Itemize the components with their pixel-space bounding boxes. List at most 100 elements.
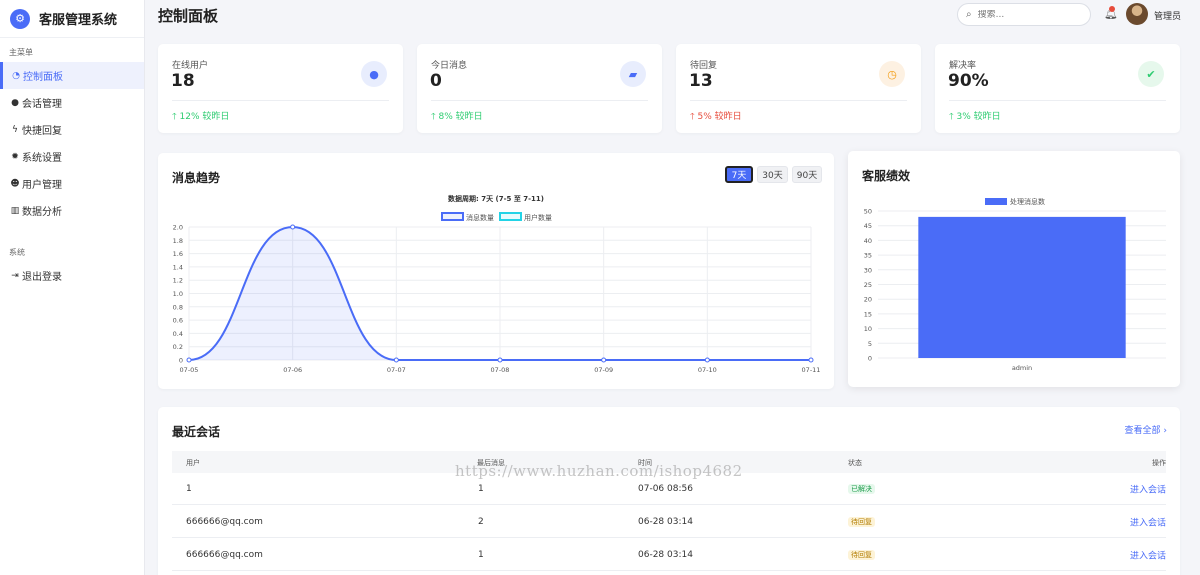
search-input[interactable] bbox=[977, 9, 1078, 20]
status-badge: 待回复 bbox=[848, 516, 875, 527]
x-tick-label: admin bbox=[1012, 364, 1032, 372]
y-tick-label: 1.6 bbox=[173, 250, 183, 258]
column-header: 操作 bbox=[1152, 459, 1166, 467]
app-name: 客服管理系统 bbox=[39, 13, 118, 28]
sidebar-item-label: 退出登录 bbox=[22, 272, 62, 283]
gear-icon: ✹ bbox=[11, 151, 19, 162]
nav-section-system: 系统 bbox=[9, 248, 25, 257]
bolt-icon: ϟ bbox=[12, 124, 18, 135]
section-title: 最近会话 bbox=[172, 425, 221, 439]
y-tick-label: 1.8 bbox=[173, 237, 183, 245]
cell-last-message: 2 bbox=[478, 516, 484, 527]
sidebar-item-sessions[interactable]: ● 会话管理 bbox=[0, 89, 144, 116]
user-name[interactable]: 管理员 bbox=[1154, 9, 1181, 22]
table-header: 用户 最后消息 时间 状态 操作 bbox=[172, 451, 1166, 473]
data-point bbox=[393, 357, 399, 363]
table-row: 666666@qq.com 1 06-28 03:14 待回复 进入会话 bbox=[172, 539, 1166, 571]
sidebar-item-settings[interactable]: ✹ 系统设置 bbox=[0, 143, 144, 170]
y-tick-label: 0.2 bbox=[173, 343, 183, 351]
stat-trend: 🡑 8% 较昨日 bbox=[431, 112, 483, 122]
legend-label: 处理消息数 bbox=[1010, 197, 1045, 206]
cell-time: 07-06 08:56 bbox=[638, 483, 693, 494]
search-box[interactable]: ⌕ bbox=[957, 3, 1091, 26]
stat-value: 13 bbox=[689, 71, 713, 91]
cell-user: 666666@qq.com bbox=[186, 549, 263, 560]
status-badge: 已解决 bbox=[848, 483, 875, 494]
column-header: 时间 bbox=[638, 459, 652, 467]
message-trend-card: 消息趋势 7天 30天 90天 数据周期: 7天 (7-5 至 7-11) 消息数… bbox=[158, 153, 834, 389]
sidebar-item-label: 会话管理 bbox=[22, 99, 62, 110]
top-header: 控制面板 ⌕ 🔔︎ 管理员 bbox=[145, 0, 1200, 30]
arrow-up-icon: 🡑 bbox=[949, 112, 957, 122]
x-tick-label: 07-06 bbox=[283, 366, 302, 374]
notification-dot bbox=[1109, 6, 1115, 12]
view-all-link[interactable]: 查看全部 › bbox=[1125, 423, 1167, 436]
enter-session-link[interactable]: 进入会话 bbox=[1130, 482, 1166, 495]
data-point bbox=[186, 357, 192, 363]
cell-last-message: 1 bbox=[478, 483, 484, 494]
x-tick-label: 07-07 bbox=[387, 366, 406, 374]
users-icon: ☻ bbox=[10, 178, 20, 189]
x-tick-label: 07-05 bbox=[180, 366, 199, 374]
data-point bbox=[497, 357, 503, 363]
y-tick-label: 2.0 bbox=[173, 224, 183, 232]
x-tick-label: 07-08 bbox=[491, 366, 510, 374]
enter-session-link[interactable]: 进入会话 bbox=[1130, 515, 1166, 528]
stat-value: 18 bbox=[171, 71, 195, 91]
user-circle-icon: ● bbox=[361, 61, 387, 87]
brand: ⚙ 客服管理系统 bbox=[0, 0, 144, 38]
data-point bbox=[704, 357, 710, 363]
cell-user: 666666@qq.com bbox=[186, 516, 263, 527]
table-row: 1 1 07-06 08:56 已解决 进入会话 bbox=[172, 473, 1166, 505]
stat-label: 在线用户 bbox=[172, 61, 209, 71]
chat-icon: ● bbox=[11, 97, 19, 108]
stat-card-pending: 待回复 13 ◷ 🡑 5% 较昨日 bbox=[676, 44, 921, 133]
avatar[interactable] bbox=[1126, 3, 1148, 25]
gear-icon: ⚙ bbox=[10, 8, 30, 29]
sidebar: ⚙ 客服管理系统 主菜单 ◔ 控制面板 ● 会话管理 ϟ 快捷回复 ✹ 系统设置… bbox=[0, 0, 145, 575]
sidebar-item-label: 快捷回复 bbox=[22, 126, 62, 137]
y-tick-label: 50 bbox=[864, 208, 872, 216]
sidebar-item-dashboard[interactable]: ◔ 控制面板 bbox=[0, 62, 144, 89]
sidebar-item-label: 数据分析 bbox=[22, 207, 62, 218]
sidebar-item-quick-reply[interactable]: ϟ 快捷回复 bbox=[0, 116, 144, 143]
legend-swatch bbox=[441, 212, 464, 221]
agent-performance-card: 客服绩效 处理消息数 0 5 10 15 20 25 30 35 40 45 50 admin bbox=[848, 151, 1180, 387]
table-row: 666666@qq.com 2 06-28 03:14 待回复 进入会话 bbox=[172, 506, 1166, 538]
y-tick-label: 10 bbox=[864, 325, 872, 333]
x-tick-label: 07-10 bbox=[698, 366, 717, 374]
y-tick-label: 5 bbox=[868, 340, 872, 348]
y-tick-label: 45 bbox=[864, 222, 872, 230]
column-header: 最后消息 bbox=[477, 459, 505, 467]
data-point bbox=[601, 357, 607, 363]
stat-card-resolution-rate: 解决率 90% ✔ 🡑 3% 较昨日 bbox=[935, 44, 1180, 133]
y-tick-label: 0.4 bbox=[173, 330, 183, 338]
clock-icon: ◷ bbox=[879, 61, 905, 87]
y-tick-label: 25 bbox=[864, 281, 872, 289]
y-tick-label: 40 bbox=[864, 237, 872, 245]
y-tick-label: 15 bbox=[864, 310, 872, 318]
y-tick-label: 0.6 bbox=[173, 317, 183, 325]
logout-icon: ⇥ bbox=[11, 270, 19, 281]
sidebar-item-analytics[interactable]: ▥ 数据分析 bbox=[0, 197, 144, 224]
stat-label: 待回复 bbox=[690, 61, 718, 71]
sidebar-item-label: 控制面板 bbox=[23, 72, 63, 83]
message-trend-chart: 数据周期: 7天 (7-5 至 7-11) 消息数量 用户数量 0 0.2 0.4 0.6 0… bbox=[173, 194, 821, 374]
stat-label: 今日消息 bbox=[431, 61, 468, 71]
y-tick-label: 30 bbox=[864, 266, 872, 274]
check-circle-icon: ✔ bbox=[1138, 61, 1164, 87]
sidebar-item-users[interactable]: ☻ 用户管理 bbox=[0, 170, 144, 197]
status-badge: 待回复 bbox=[848, 549, 875, 560]
sidebar-item-logout[interactable]: ⇥ 退出登录 bbox=[0, 262, 144, 289]
enter-session-link[interactable]: 进入会话 bbox=[1130, 548, 1166, 561]
cell-user: 1 bbox=[186, 483, 192, 494]
cell-time: 06-28 03:14 bbox=[638, 549, 693, 560]
arrow-up-icon: 🡑 bbox=[172, 112, 180, 122]
sidebar-item-label: 系统设置 bbox=[22, 153, 62, 164]
x-tick-label: 07-09 bbox=[594, 366, 613, 374]
legend-swatch bbox=[985, 198, 1007, 205]
agent-performance-chart: 处理消息数 0 5 10 15 20 25 30 35 40 45 50 admin bbox=[864, 197, 1166, 372]
stat-card-online-users: 在线用户 18 ● 🡑 12% 较昨日 bbox=[158, 44, 403, 133]
y-tick-label: 1.4 bbox=[173, 263, 183, 271]
comments-icon: ▰ bbox=[620, 61, 646, 87]
